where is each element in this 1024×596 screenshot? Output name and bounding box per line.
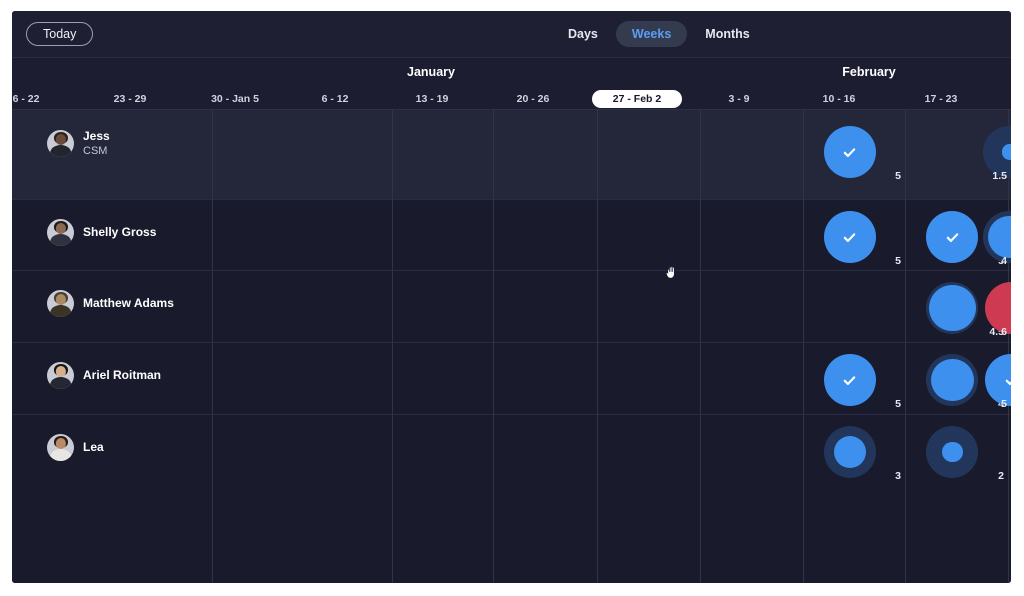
column-divider-4 [700, 110, 701, 583]
scale-tab-days[interactable]: Days [552, 21, 614, 47]
capacity-value: 5 [895, 398, 901, 410]
column-divider-6 [905, 110, 906, 583]
week-label-6[interactable]: 27 - Feb 2 [592, 90, 682, 108]
capacity-bubble[interactable] [926, 426, 979, 478]
week-row: 6 - 22 23 - 29 30 - Jan 5 6 - 12 13 - 19 20 -… [12, 88, 1011, 110]
capacity-fill [823, 211, 876, 263]
row-divider [12, 342, 1011, 343]
week-label-5[interactable]: 20 - 26 [488, 90, 578, 108]
toolbar: Today Days Weeks Months [12, 11, 1011, 58]
capacity-value: 6 [1001, 326, 1007, 338]
week-label-0[interactable]: 6 - 22 [12, 90, 71, 108]
week-label-1[interactable]: 23 - 29 [85, 90, 175, 108]
capacity-fill [931, 358, 974, 402]
row-divider [12, 199, 1011, 200]
capacity-planner-panel: Today Days Weeks Months January February 6 … [12, 11, 1011, 583]
capacity-value: 5 [895, 170, 901, 182]
timeline-grid[interactable]: Jess CSM Shelly Gross Matthew Adams Ariel Ro… [12, 110, 1011, 583]
capacity-value: 5 [895, 255, 901, 267]
capacity-value: 3 [895, 470, 901, 482]
person-cell[interactable]: Lea [12, 430, 212, 464]
week-label-4[interactable]: 13 - 19 [387, 90, 477, 108]
column-divider-7 [1008, 110, 1009, 583]
capacity-bubble[interactable] [823, 426, 876, 478]
column-divider-3 [597, 110, 598, 583]
month-row: January February [12, 58, 1011, 88]
week-label-2[interactable]: 30 - Jan 5 [190, 90, 280, 108]
column-divider-2 [493, 110, 494, 583]
avatar [47, 218, 74, 246]
person-name: Ariel Roitman [83, 367, 162, 382]
capacity-fill [823, 354, 876, 406]
capacity-bubble[interactable] [926, 282, 979, 334]
capacity-fill [823, 126, 876, 178]
avatar [47, 289, 74, 317]
scale-tab-weeks[interactable]: Weeks [615, 21, 688, 47]
scale-tab-months[interactable]: Months [689, 21, 765, 47]
week-label-3[interactable]: 6 - 12 [290, 90, 380, 108]
time-scale-tabs: Days Weeks Months [552, 21, 766, 47]
week-label-7[interactable]: 3 - 9 [694, 90, 784, 108]
person-cell[interactable]: Jess CSM [12, 126, 212, 160]
capacity-value: 4 [1001, 255, 1007, 267]
person-name: Lea [83, 439, 104, 454]
person-cell[interactable]: Matthew Adams [12, 286, 212, 320]
capacity-bubble[interactable] [823, 354, 876, 406]
capacity-fill [1001, 144, 1011, 160]
week-label-8[interactable]: 10 - 16 [794, 90, 884, 108]
month-label-january: January [407, 65, 455, 79]
person-name: Matthew Adams [83, 295, 174, 310]
capacity-value: 5 [1001, 398, 1007, 410]
person-cell[interactable]: Ariel Roitman [12, 358, 212, 392]
capacity-bubble[interactable] [926, 211, 979, 263]
row-divider [12, 414, 1011, 415]
capacity-value: 2 [998, 470, 1004, 482]
column-divider-5 [803, 110, 804, 583]
person-role: CSM [83, 144, 108, 157]
timeline-header: January February 6 - 22 23 - 29 30 - Jan 56… [12, 58, 1011, 110]
capacity-value: 1.5 [992, 170, 1007, 182]
column-divider-0 [212, 110, 213, 583]
capacity-bubble[interactable] [926, 354, 979, 406]
capacity-fill [941, 441, 963, 463]
row-divider [12, 270, 1011, 271]
person-name: Jess [83, 128, 110, 143]
avatar [47, 433, 74, 461]
person-name: Shelly Gross [83, 224, 157, 239]
avatar [47, 129, 74, 157]
capacity-fill [833, 435, 867, 469]
avatar [47, 361, 74, 389]
capacity-bubble[interactable] [823, 211, 876, 263]
month-label-february: February [842, 65, 896, 79]
capacity-bubble[interactable] [823, 126, 876, 178]
today-button[interactable]: Today [26, 22, 94, 46]
column-divider-1 [392, 110, 393, 583]
week-label-9[interactable]: 17 - 23 [896, 90, 986, 108]
capacity-fill [926, 211, 979, 263]
capacity-fill [928, 284, 976, 332]
person-cell[interactable]: Shelly Gross [12, 215, 212, 249]
